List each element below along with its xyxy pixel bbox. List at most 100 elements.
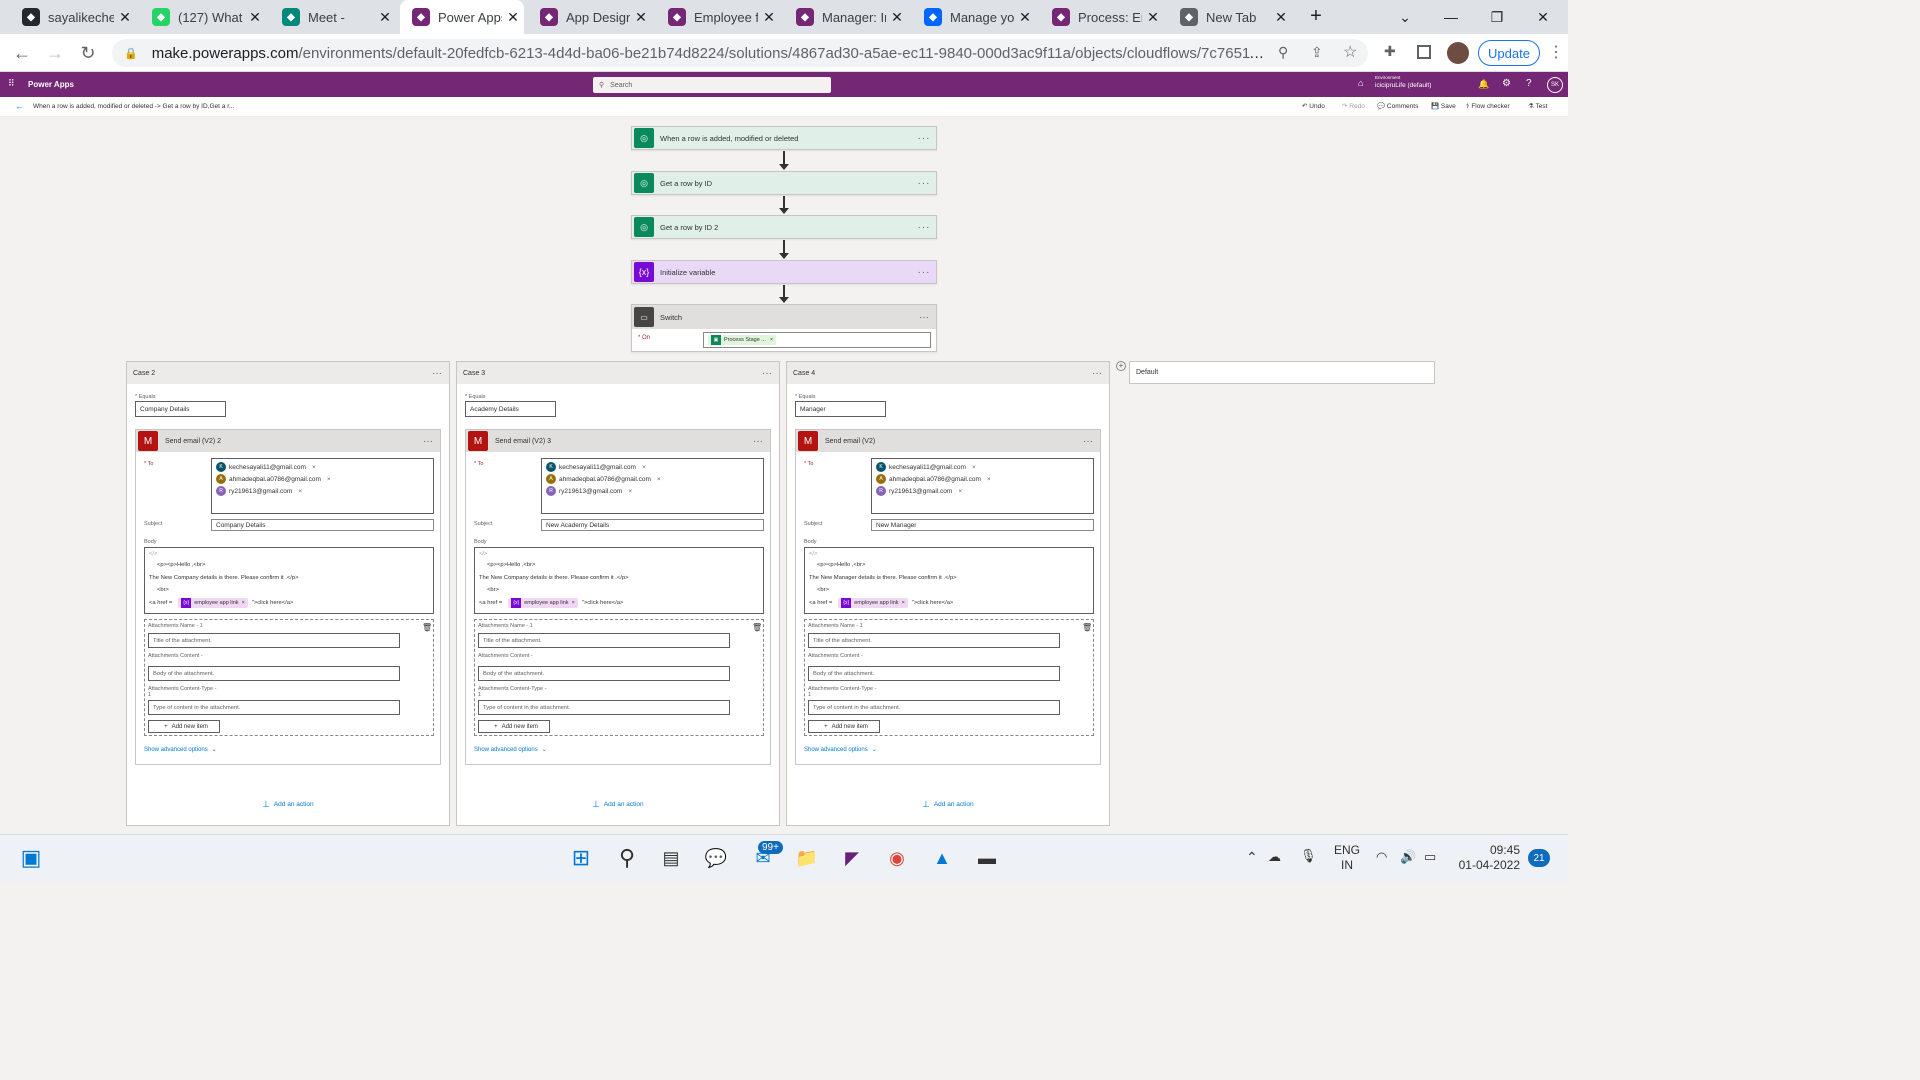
browser-tab[interactable]: ◆ Manage yo ✕ bbox=[912, 0, 1036, 34]
app-name[interactable]: Power Apps bbox=[28, 80, 74, 89]
to-field[interactable]: Kkechesayali11@gmail.com × Aahmadeqbal.a07… bbox=[211, 458, 434, 514]
recipient-chip[interactable]: Rry219613@gmail.com × bbox=[546, 485, 763, 497]
recipient-chip[interactable]: Rry219613@gmail.com × bbox=[216, 485, 433, 497]
send-email-card[interactable]: M Send email (V2) 2 ··· * To Kkechesayali11@… bbox=[135, 429, 441, 765]
app-launcher-icon[interactable]: ⠿ bbox=[8, 78, 15, 89]
extensions-icon[interactable]: ✚ bbox=[1384, 43, 1396, 60]
remove-recipient-icon[interactable]: × bbox=[312, 464, 316, 471]
code-view-icon[interactable]: </> bbox=[809, 550, 1089, 559]
switch-case-container[interactable]: Case 2 ··· * Equals Company Details M Send em… bbox=[126, 361, 450, 826]
delete-icon[interactable]: 🗑 bbox=[1082, 623, 1092, 632]
recipient-chip[interactable]: Aahmadeqbal.a0786@gmail.com × bbox=[876, 473, 1093, 485]
flow-step-card[interactable]: ◎ Get a row by ID 2 ··· bbox=[631, 215, 937, 239]
clock[interactable]: 09:45 01-04-2022 bbox=[1452, 843, 1520, 873]
subject-field[interactable]: Company Details bbox=[211, 519, 434, 531]
attachment-input[interactable]: Body of the attachment. bbox=[478, 666, 730, 681]
browser-tab[interactable]: ◆ Power Apps ✕ bbox=[400, 0, 524, 34]
employee-app-link-token[interactable]: {x} employee app link × bbox=[838, 597, 908, 608]
recipient-chip[interactable]: Aahmadeqbal.a0786@gmail.com × bbox=[216, 473, 433, 485]
remove-recipient-icon[interactable]: × bbox=[987, 476, 991, 483]
attachment-input[interactable]: Title of the attachment. bbox=[148, 633, 400, 648]
flow-step-card[interactable]: {x} Initialize variable ··· bbox=[631, 260, 937, 284]
back-arrow-icon[interactable]: ← bbox=[15, 101, 24, 111]
more-options-icon[interactable]: ··· bbox=[1076, 436, 1100, 447]
add-new-item-button[interactable]: + Add new item bbox=[478, 720, 550, 733]
bookmark-star-icon[interactable]: ☆ bbox=[1343, 42, 1357, 62]
more-options-icon[interactable]: ··· bbox=[912, 133, 936, 144]
zoom-icon[interactable]: ⚲ bbox=[1278, 44, 1288, 61]
show-advanced-options-link[interactable]: Show advanced options ⌄ bbox=[804, 746, 877, 753]
send-email-header[interactable]: M Send email (V2) 2 ··· bbox=[136, 430, 440, 452]
recipient-chip[interactable]: Kkechesayali11@gmail.com × bbox=[546, 461, 763, 473]
add-new-item-button[interactable]: + Add new item bbox=[148, 720, 220, 733]
send-email-header[interactable]: M Send email (V2) 3 ··· bbox=[466, 430, 770, 452]
help-icon[interactable]: ? bbox=[1526, 78, 1532, 89]
add-an-action-button[interactable]: ⊥ Add an action bbox=[262, 799, 314, 810]
visual-studio-icon[interactable]: ◤ bbox=[838, 844, 866, 872]
browser-tab[interactable]: ◆ Employee fi ✕ bbox=[656, 0, 780, 34]
switch-card[interactable]: ▭ Switch ··· * On ▣ Process Stage ... × bbox=[631, 304, 937, 352]
attachment-input[interactable]: Type of content in the attachment. bbox=[148, 700, 400, 715]
show-advanced-options-link[interactable]: Show advanced options ⌄ bbox=[474, 746, 547, 753]
language-indicator[interactable]: ENG IN bbox=[1334, 843, 1360, 873]
to-field[interactable]: Kkechesayali11@gmail.com × Aahmadeqbal.a07… bbox=[541, 458, 764, 514]
attachment-input[interactable]: Title of the attachment. bbox=[478, 633, 730, 648]
case-header[interactable]: Case 3 ··· bbox=[457, 362, 779, 384]
to-field[interactable]: Kkechesayali11@gmail.com × Aahmadeqbal.a07… bbox=[871, 458, 1094, 514]
remove-recipient-icon[interactable]: × bbox=[657, 476, 661, 483]
remove-recipient-icon[interactable]: × bbox=[628, 488, 632, 495]
employee-app-link-token[interactable]: {x} employee app link × bbox=[508, 597, 578, 608]
task-view-icon[interactable]: ▤ bbox=[657, 844, 685, 872]
redo-button[interactable]: ↷ Redo bbox=[1342, 102, 1365, 110]
new-tab-button[interactable]: + bbox=[1304, 6, 1328, 28]
subject-field[interactable]: New Manager bbox=[871, 519, 1094, 531]
widgets-icon[interactable]: ▣ bbox=[17, 844, 45, 872]
reload-icon[interactable]: ↻ bbox=[75, 40, 101, 66]
process-stage-token[interactable]: ▣ Process Stage ... × bbox=[708, 335, 777, 345]
remove-recipient-icon[interactable]: × bbox=[958, 488, 962, 495]
browser-tab[interactable]: ◆ New Tab ✕ bbox=[1168, 0, 1292, 34]
recipient-chip[interactable]: Aahmadeqbal.a0786@gmail.com × bbox=[546, 473, 763, 485]
terminal-icon[interactable]: ▬ bbox=[973, 844, 1001, 872]
more-options-icon[interactable]: ··· bbox=[912, 267, 936, 278]
remove-recipient-icon[interactable]: × bbox=[327, 476, 331, 483]
test-button[interactable]: ⚗ Test bbox=[1528, 102, 1547, 110]
bell-icon[interactable]: 🔔 bbox=[1478, 79, 1489, 90]
more-options-icon[interactable]: ··· bbox=[912, 222, 936, 233]
more-options-icon[interactable]: ··· bbox=[416, 436, 440, 447]
attachment-input[interactable]: Type of content in the attachment. bbox=[808, 700, 1060, 715]
body-editor[interactable]: </> <p><p>Hello ,<br> The New Manager deta… bbox=[804, 547, 1094, 614]
chevron-up-icon[interactable]: ⌃ bbox=[1246, 849, 1258, 866]
attachment-input[interactable]: Type of content in the attachment. bbox=[478, 700, 730, 715]
search-icon[interactable]: ⚲ bbox=[613, 844, 641, 872]
add-an-action-button[interactable]: ⊥ Add an action bbox=[592, 799, 644, 810]
environment-name[interactable]: icicipruLife (default) bbox=[1375, 82, 1431, 89]
close-tab-icon[interactable]: ✕ bbox=[502, 9, 524, 26]
minimize-button[interactable]: — bbox=[1428, 0, 1474, 34]
body-editor[interactable]: </> <p><p>Hello ,<br> The New Company deta… bbox=[474, 547, 764, 614]
send-email-card[interactable]: M Send email (V2) 3 ··· * To Kkechesayali11@… bbox=[465, 429, 771, 765]
notification-badge[interactable]: 21 bbox=[1528, 849, 1550, 867]
flow-step-card[interactable]: ◎ Get a row by ID ··· bbox=[631, 171, 937, 195]
recipient-chip[interactable]: Kkechesayali11@gmail.com × bbox=[876, 461, 1093, 473]
forward-arrow-icon[interactable]: → bbox=[42, 40, 68, 66]
attachment-input[interactable]: Body of the attachment. bbox=[808, 666, 1060, 681]
flow-checker-button[interactable]: ⚕ Flow checker bbox=[1466, 102, 1510, 110]
teams-chat-icon[interactable]: 💬 bbox=[702, 844, 730, 872]
side-panel-icon[interactable] bbox=[1417, 45, 1431, 59]
switch-case-container[interactable]: Case 3 ··· * Equals Academy Details M Send em… bbox=[456, 361, 780, 826]
more-options-icon[interactable]: ··· bbox=[1085, 368, 1109, 379]
browser-tab[interactable]: ◆ (127) What ✕ bbox=[140, 0, 266, 34]
flow-step-card[interactable]: ◎ When a row is added, modified or delete… bbox=[631, 126, 937, 150]
close-tab-icon[interactable]: ✕ bbox=[1142, 9, 1164, 26]
switch-on-field[interactable]: ▣ Process Stage ... × bbox=[703, 332, 931, 348]
tab-search-chevron-icon[interactable]: ⌄ bbox=[1382, 0, 1428, 34]
browser-tab[interactable]: ◆ Process: En ✕ bbox=[1040, 0, 1164, 34]
more-options-icon[interactable]: ··· bbox=[746, 436, 770, 447]
subject-field[interactable]: New Academy Details bbox=[541, 519, 764, 531]
restore-button[interactable]: ❐ bbox=[1474, 0, 1520, 34]
send-email-header[interactable]: M Send email (V2) ··· bbox=[796, 430, 1100, 452]
back-arrow-icon[interactable]: ← bbox=[9, 40, 35, 66]
case-header[interactable]: Case 4 ··· bbox=[787, 362, 1109, 384]
chrome-icon[interactable]: ◉ bbox=[883, 844, 911, 872]
